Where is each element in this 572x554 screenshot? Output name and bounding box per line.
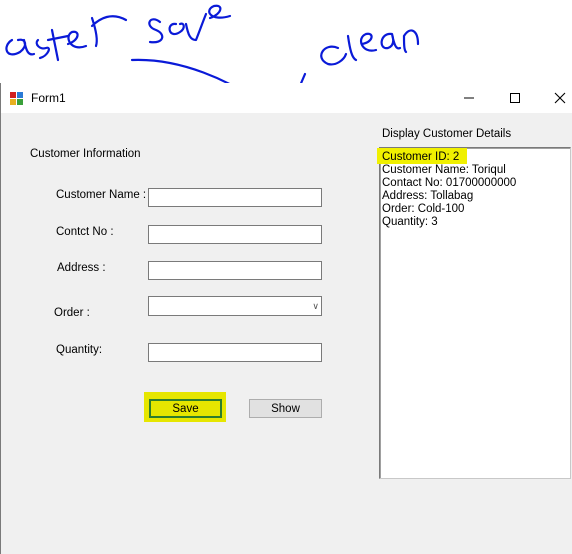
- quantity-input[interactable]: [148, 343, 322, 362]
- annotation-word-clean: [320, 29, 420, 66]
- show-button[interactable]: Show: [249, 399, 322, 418]
- customer-name-input[interactable]: [148, 188, 322, 207]
- minimize-button[interactable]: [446, 83, 492, 113]
- detail-line-customer-name: Customer Name: Toriqul: [382, 164, 506, 176]
- group-title: Customer Information: [30, 148, 141, 160]
- maximize-button[interactable]: [492, 83, 538, 113]
- address-label: Address :: [57, 262, 106, 274]
- chevron-down-icon: ∨: [312, 301, 319, 311]
- detail-line-customer-id: Customer ID: 2: [382, 151, 460, 163]
- display-title: Display Customer Details: [382, 128, 512, 140]
- contact-no-label: Contct No :: [56, 226, 114, 238]
- contact-no-input[interactable]: [148, 225, 322, 244]
- window-title: Form1: [31, 91, 66, 105]
- minimize-icon: [464, 97, 474, 99]
- detail-line-contact: Contact No: 01700000000: [382, 177, 517, 189]
- order-label: Order :: [54, 307, 90, 319]
- form-window: Form1 Customer Information Customer Name…: [0, 83, 572, 554]
- close-button[interactable]: [537, 83, 572, 113]
- detail-line-quantity: Quantity: 3: [382, 216, 438, 228]
- annotation-word-save: [148, 4, 232, 44]
- detail-line-order: Order: Cold-100: [382, 203, 465, 215]
- quantity-label: Quantity:: [56, 344, 103, 356]
- order-dropdown[interactable]: ∨: [148, 296, 322, 316]
- title-bar: Form1: [1, 83, 572, 113]
- close-icon: [554, 92, 566, 104]
- maximize-icon: [510, 93, 520, 103]
- annotation-word-after: [5, 15, 128, 62]
- detail-line-address: Address: Tollabag: [382, 190, 474, 202]
- customer-details-listbox[interactable]: Customer ID: 2 Customer Name: Toriqul Co…: [377, 147, 571, 479]
- customer-name-label: Customer Name :: [56, 189, 147, 201]
- address-input[interactable]: [148, 261, 322, 280]
- form-app-icon: [10, 92, 23, 105]
- save-button[interactable]: Save: [149, 399, 222, 418]
